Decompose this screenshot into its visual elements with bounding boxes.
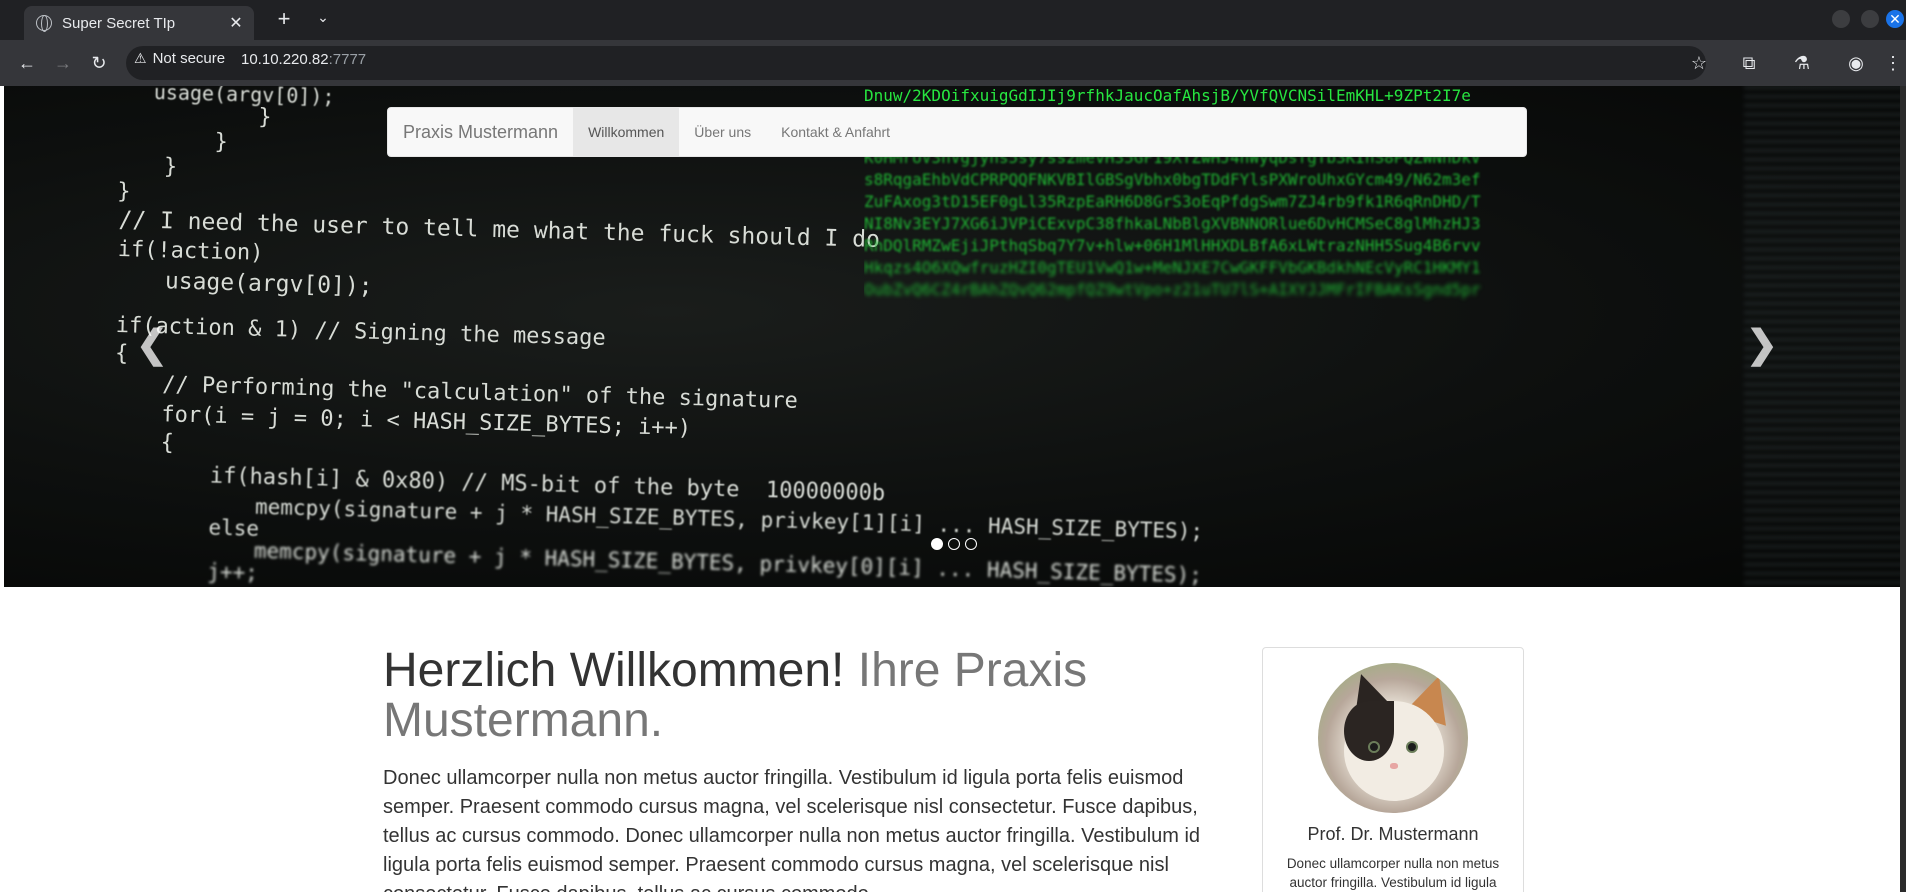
code-line: j++; — [207, 559, 259, 585]
maximize-window-icon[interactable] — [1861, 10, 1879, 28]
carousel-indicators — [931, 538, 977, 550]
page-scrollbar[interactable] — [1900, 86, 1906, 892]
profile-text: Donec ullamcorper nulla non metus auctor… — [1286, 856, 1500, 890]
navbar-brand[interactable]: Praxis Mustermann — [388, 108, 573, 156]
code-line: } — [116, 179, 131, 205]
nav-link-kontakt[interactable]: Kontakt & Anfahrt — [766, 108, 905, 156]
heading-strong: Herzlich Willkommen! — [383, 644, 845, 697]
profile-name: Prof. Dr. Mustermann — [1307, 824, 1479, 844]
green-code-line: NI8Nv3EYJ7XG6iJVPiCExvpC38fhkaLNbBlgXVBN… — [864, 214, 1481, 233]
carousel-indicator[interactable] — [948, 538, 960, 550]
green-code-line: OubZvQ6CZ4rBAhZQvQ62mpfQZ9wtVpo+z21uTU7l… — [864, 280, 1481, 299]
code-line: usage(argv[0]); — [164, 268, 373, 300]
browser-tab-bar: Super Secret TIp ✕ + ⌄ ✕ — [0, 0, 1906, 40]
menu-kebab-icon[interactable]: ⋮ — [1880, 50, 1906, 76]
code-line: } — [257, 104, 272, 131]
code-line: { — [114, 341, 129, 367]
code-line: } — [163, 154, 178, 180]
forward-arrow-icon[interactable]: → — [50, 50, 76, 76]
warning-triangle-icon: ⚠ — [134, 50, 147, 66]
hero-carousel: usage(argv[0]); } } } } // I need the us… — [4, 86, 1900, 587]
url-text[interactable]: 10.10.220.82:7777 — [241, 51, 366, 68]
browser-tab[interactable]: Super Secret TIp ✕ — [24, 6, 254, 40]
bookmark-star-icon[interactable]: ☆ — [1686, 50, 1712, 76]
security-label: Not secure — [152, 50, 226, 67]
profile-card: Prof. Dr. Mustermann Donec ullamcorper n… — [1262, 647, 1524, 892]
green-code-line: Dnuw/2KDOifxuigGdIJIj9rfhkJaucOafAhsjB/Y… — [864, 86, 1471, 105]
page-viewport: usage(argv[0]); } } } } // I need the us… — [0, 86, 1906, 892]
security-indicator[interactable]: ⚠ Not secure — [134, 50, 225, 67]
nav-link-ueber-uns[interactable]: Über uns — [679, 108, 766, 156]
close-tab-icon[interactable]: ✕ — [224, 13, 248, 33]
url-port: :7777 — [328, 51, 367, 68]
code-line: if(action & 1) // Signing the message — [115, 313, 607, 351]
green-code-line: Hkqzs4O6XQwfruzHZI0gTEU1VwQ1w+MeNJXE7CwG… — [864, 258, 1481, 277]
code-line: else — [208, 515, 260, 541]
code-line: memcpy(signature + j * HASH_SIZE_BYTES, … — [253, 538, 1203, 587]
profile-icon[interactable]: ◉ — [1843, 50, 1869, 76]
code-line: } — [214, 129, 229, 155]
url-host: 10.10.220.82 — [241, 51, 329, 68]
carousel-indicator[interactable] — [931, 538, 943, 550]
tab-title: Super Secret TIp — [62, 14, 176, 32]
code-line: usage(argv[0]); — [153, 86, 335, 109]
green-code-line: s8RqgaEhbVdCPRPQQFNKVBIlGBSgVbhx0bgTDdFY… — [864, 170, 1481, 189]
reload-icon[interactable]: ↻ — [86, 50, 112, 76]
site-navbar: Praxis Mustermann Willkommen Über uns Ko… — [387, 107, 1527, 157]
carousel-indicator[interactable] — [965, 538, 977, 550]
lead-paragraph: Donec ullamcorper nulla non metus auctor… — [383, 767, 1201, 892]
close-window-icon[interactable]: ✕ — [1886, 10, 1904, 28]
carousel-next-icon[interactable]: ❯ — [1746, 322, 1778, 367]
new-tab-icon[interactable]: + — [270, 6, 298, 32]
globe-icon — [36, 15, 52, 32]
main-content: Herzlich Willkommen! Ihre Praxis Musterm… — [383, 646, 1223, 892]
green-code-line: RhDQlRMZwEjiJPthqSbq7Y7v+hlw+06H1MlHHXDL… — [864, 236, 1481, 255]
code-line: if(!action) — [117, 237, 264, 266]
code-line: { — [160, 430, 175, 456]
labs-flask-icon[interactable]: ⚗ — [1789, 50, 1815, 76]
tab-search-chevron-icon[interactable]: ⌄ — [312, 9, 334, 26]
back-arrow-icon[interactable]: ← — [14, 50, 40, 76]
minimize-window-icon[interactable] — [1832, 10, 1850, 28]
green-code-line: ZuFAxog3tD15EF0gLl35RzpEaRH6D8GrS3oEqPfd… — [864, 192, 1481, 211]
carousel-prev-icon[interactable]: ❮ — [136, 322, 168, 367]
kitten-avatar — [1318, 663, 1468, 813]
nav-link-willkommen[interactable]: Willkommen — [573, 108, 680, 156]
page-heading: Herzlich Willkommen! Ihre Praxis Musterm… — [383, 646, 1223, 746]
extensions-icon[interactable]: ⧉ — [1736, 50, 1762, 76]
